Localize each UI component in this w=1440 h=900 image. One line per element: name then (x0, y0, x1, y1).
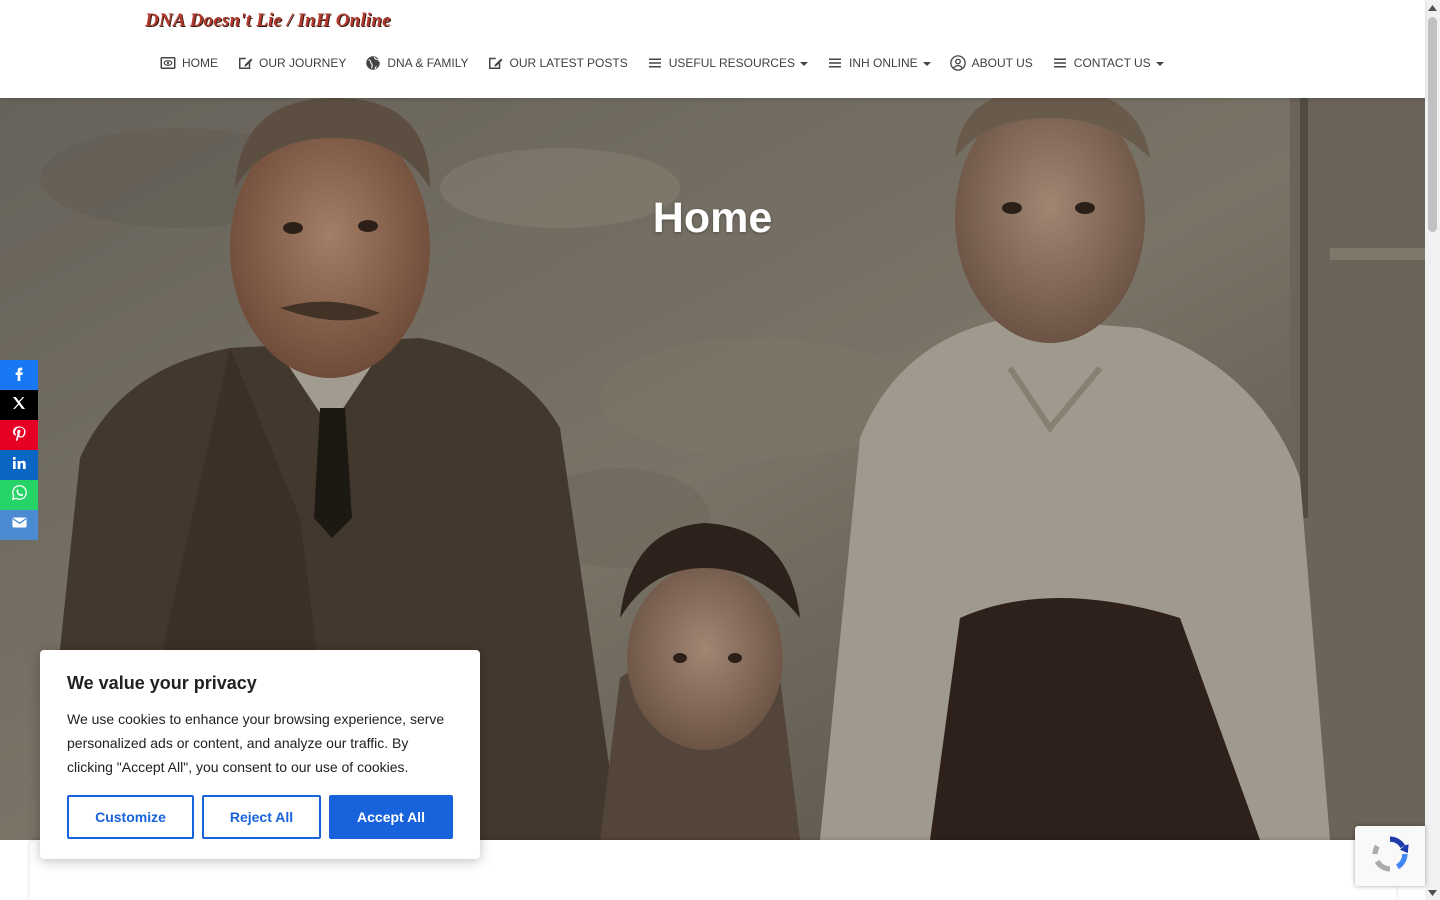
nav-item-about-us[interactable]: ABOUT US (940, 50, 1042, 76)
customize-button[interactable]: Customize (67, 795, 194, 839)
main-nav: HOME OUR JOURNEY DNA & FAMILY OUR LATEST… (150, 50, 1173, 76)
nav-item-latest-posts[interactable]: OUR LATEST POSTS (477, 50, 636, 76)
eye-card-icon (159, 54, 177, 72)
mail-icon (11, 514, 28, 536)
nav-item-home[interactable]: HOME (150, 50, 227, 76)
nav-label: INH ONLINE (848, 56, 918, 70)
page-scrollbar[interactable] (1425, 0, 1440, 900)
nav-label: ABOUT US (971, 56, 1033, 70)
share-x-button[interactable] (0, 390, 38, 420)
linkedin-icon (11, 455, 27, 476)
edit-note-icon (486, 54, 504, 72)
nav-label: CONTACT US (1073, 56, 1151, 70)
nav-label: OUR JOURNEY (259, 56, 347, 70)
reject-all-button[interactable]: Reject All (202, 795, 321, 839)
nav-label: DNA & FAMILY (387, 56, 469, 70)
nav-item-useful-resources[interactable]: USEFUL RESOURCES (637, 50, 817, 76)
share-linkedin-button[interactable] (0, 450, 38, 480)
recaptcha-badge[interactable] (1355, 826, 1425, 886)
social-share-bar (0, 360, 38, 540)
x-icon (11, 395, 27, 416)
page-title: Home (652, 194, 773, 242)
cookie-consent-dialog: We value your privacy We use cookies to … (40, 650, 480, 859)
cookie-description: We use cookies to enhance your browsing … (67, 711, 445, 775)
chevron-down-icon (799, 62, 808, 66)
menu-lines-icon (1051, 54, 1069, 72)
accept-all-button[interactable]: Accept All (329, 795, 453, 839)
nav-item-dna-family[interactable]: DNA & FAMILY (355, 50, 477, 76)
nav-item-inh-online[interactable]: INH ONLINE (817, 50, 940, 76)
share-whatsapp-button[interactable] (0, 480, 38, 510)
nav-label: HOME (182, 56, 218, 70)
nav-item-our-journey[interactable]: OUR JOURNEY (227, 50, 355, 76)
chevron-down-icon (1155, 62, 1164, 66)
nav-label: OUR LATEST POSTS (509, 56, 628, 70)
site-logo[interactable]: DNA Doesn't Lie / InH Online (145, 10, 391, 32)
scrollbar-thumb[interactable] (1428, 17, 1437, 232)
edit-note-icon (236, 54, 254, 72)
scroll-down-arrow-icon[interactable] (1425, 885, 1440, 900)
whatsapp-icon (11, 484, 28, 506)
share-facebook-button[interactable] (0, 360, 38, 390)
facebook-icon (11, 365, 27, 386)
cookie-title: We value your privacy (67, 673, 257, 693)
menu-lines-icon (646, 54, 664, 72)
nav-item-contact-us[interactable]: CONTACT US (1042, 50, 1173, 76)
share-email-button[interactable] (0, 510, 38, 540)
scroll-up-arrow-icon[interactable] (1425, 0, 1440, 15)
globe-icon (364, 54, 382, 72)
recaptcha-icon (1369, 833, 1411, 880)
pinterest-icon (11, 425, 27, 446)
nav-label: USEFUL RESOURCES (668, 56, 795, 70)
user-circle-icon (949, 54, 967, 72)
menu-lines-icon (826, 54, 844, 72)
site-header: DNA Doesn't Lie / InH Online HOME OUR JO… (0, 0, 1425, 98)
share-pinterest-button[interactable] (0, 420, 38, 450)
chevron-down-icon (922, 62, 931, 66)
